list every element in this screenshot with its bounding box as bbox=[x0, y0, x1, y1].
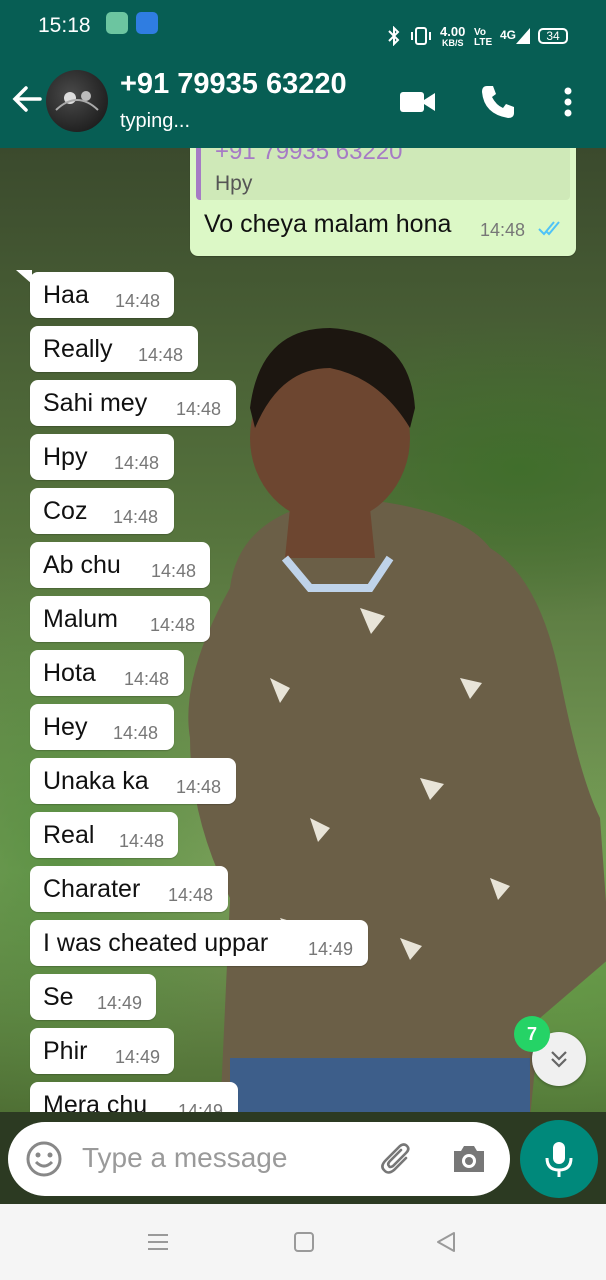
message-time: 14:48 bbox=[124, 669, 170, 689]
contact-name[interactable]: +91 79935 63220 bbox=[120, 68, 347, 101]
message-text: Haa bbox=[43, 281, 89, 309]
message-time: 14:48 bbox=[168, 885, 214, 905]
message-text: Hota bbox=[43, 659, 96, 687]
status-time: 15:18 bbox=[38, 14, 91, 37]
message-time: 14:48 bbox=[113, 723, 159, 743]
incoming-message[interactable]: Ab chu 14:48 bbox=[30, 542, 210, 588]
incoming-message[interactable]: Haa 14:48 bbox=[30, 272, 174, 318]
message-input[interactable]: Type a message bbox=[82, 1142, 287, 1174]
signal-strength-icon bbox=[516, 28, 530, 44]
back-nav-icon[interactable] bbox=[434, 1230, 458, 1254]
battery-indicator: 34 bbox=[538, 28, 568, 44]
message-time: 14:49 bbox=[97, 993, 143, 1013]
incoming-message[interactable]: Coz 14:48 bbox=[30, 488, 174, 534]
arrow-left-icon[interactable] bbox=[10, 82, 44, 116]
message-text: Hpy bbox=[43, 443, 88, 471]
message-time: 14:48 bbox=[114, 453, 160, 473]
system-navigation-bar bbox=[0, 1204, 606, 1280]
incoming-message[interactable]: I was cheated uppar 14:49 bbox=[30, 920, 368, 966]
message-text: Really bbox=[43, 335, 113, 363]
message-time: 14:49 bbox=[115, 1047, 161, 1067]
message-text: Coz bbox=[43, 497, 88, 525]
message-time: 14:48 bbox=[150, 615, 196, 635]
message-time: 14:48 bbox=[138, 345, 184, 365]
contact-avatar[interactable] bbox=[46, 70, 108, 132]
message-time: 14:48 bbox=[115, 291, 161, 311]
message-text: I was cheated uppar bbox=[43, 929, 269, 957]
outgoing-message[interactable]: +91 79935 63220 Hpy Vo cheya malam hona … bbox=[190, 148, 576, 256]
emoji-icon[interactable] bbox=[24, 1139, 64, 1179]
incoming-message[interactable]: Charater 14:48 bbox=[30, 866, 228, 912]
message-time: 14:48 bbox=[113, 507, 159, 527]
message-time: 14:49 bbox=[308, 939, 354, 959]
message-text: Unaka ka bbox=[43, 767, 149, 795]
quoted-text: Hpy bbox=[215, 172, 253, 195]
microphone-icon bbox=[545, 1142, 573, 1177]
bluetooth-icon bbox=[388, 26, 400, 46]
quoted-reply[interactable]: +91 79935 63220 Hpy bbox=[196, 148, 570, 200]
message-time: 14:49 bbox=[178, 1101, 224, 1112]
chat-header: +91 79935 63220 typing... bbox=[0, 56, 606, 148]
message-text: Mera chu bbox=[43, 1091, 148, 1112]
paperclip-icon[interactable] bbox=[378, 1140, 416, 1178]
incoming-message[interactable]: Hey 14:48 bbox=[30, 704, 174, 750]
message-text: Se bbox=[43, 983, 74, 1011]
message-time: 14:48 bbox=[151, 561, 197, 581]
menu-icon[interactable] bbox=[146, 1230, 170, 1254]
message-composer[interactable]: Type a message bbox=[8, 1122, 510, 1196]
signal-type: 4G bbox=[500, 28, 517, 42]
chat-area[interactable]: +91 79935 63220 Hpy Vo cheya malam hona … bbox=[0, 148, 606, 1112]
volte-indicator: Vo LTE bbox=[474, 27, 493, 48]
camera-icon[interactable] bbox=[450, 1140, 488, 1178]
vibrate-icon bbox=[411, 27, 431, 45]
contact-status: typing... bbox=[120, 110, 191, 132]
incoming-message[interactable]: Hota 14:48 bbox=[30, 650, 184, 696]
status-bar: 15:18 4.00 KB/S Vo LTE 4G 34 bbox=[0, 0, 606, 56]
incoming-message[interactable]: Real 14:48 bbox=[30, 812, 178, 858]
read-ticks-icon bbox=[538, 221, 560, 236]
incoming-message[interactable]: Malum 14:48 bbox=[30, 596, 210, 642]
message-text: Sahi mey bbox=[43, 389, 148, 417]
incoming-message[interactable]: Phir 14:49 bbox=[30, 1028, 174, 1074]
message-time: 14:48 bbox=[176, 777, 222, 797]
message-text: Phir bbox=[43, 1037, 88, 1065]
double-chevron-down-icon bbox=[551, 1051, 567, 1068]
message-time: 14:48 bbox=[176, 399, 222, 419]
message-text: Malum bbox=[43, 605, 119, 633]
message-text: Vo cheya malam hona bbox=[204, 210, 452, 238]
sim-icon bbox=[106, 12, 128, 34]
more-vertical-icon[interactable] bbox=[548, 82, 588, 122]
message-text: Charater bbox=[43, 875, 141, 903]
message-time: 14:48 bbox=[119, 831, 165, 851]
network-speed: 4.00 bbox=[440, 24, 466, 39]
home-icon[interactable] bbox=[292, 1230, 316, 1254]
incoming-message[interactable]: Mera chu 14:49 bbox=[30, 1082, 238, 1112]
network-speed-unit: KB/S bbox=[442, 38, 464, 48]
message-text: Ab chu bbox=[43, 551, 121, 579]
unread-count-badge: 7 bbox=[514, 1016, 550, 1052]
incoming-message[interactable]: Hpy 14:48 bbox=[30, 434, 174, 480]
message-text: Hey bbox=[43, 713, 88, 741]
incoming-message[interactable]: Really 14:48 bbox=[30, 326, 198, 372]
voice-message-button[interactable] bbox=[520, 1120, 598, 1198]
incoming-message[interactable]: Se 14:49 bbox=[30, 974, 156, 1020]
video-call-icon[interactable] bbox=[398, 82, 438, 122]
android-notification-icon bbox=[136, 12, 158, 34]
incoming-message[interactable]: Unaka ka 14:48 bbox=[30, 758, 236, 804]
message-time: 14:48 bbox=[480, 220, 526, 240]
phone-icon[interactable] bbox=[478, 82, 518, 122]
quoted-sender: +91 79935 63220 bbox=[215, 148, 403, 165]
incoming-message[interactable]: Sahi mey 14:48 bbox=[30, 380, 236, 426]
message-text: Real bbox=[43, 821, 95, 849]
